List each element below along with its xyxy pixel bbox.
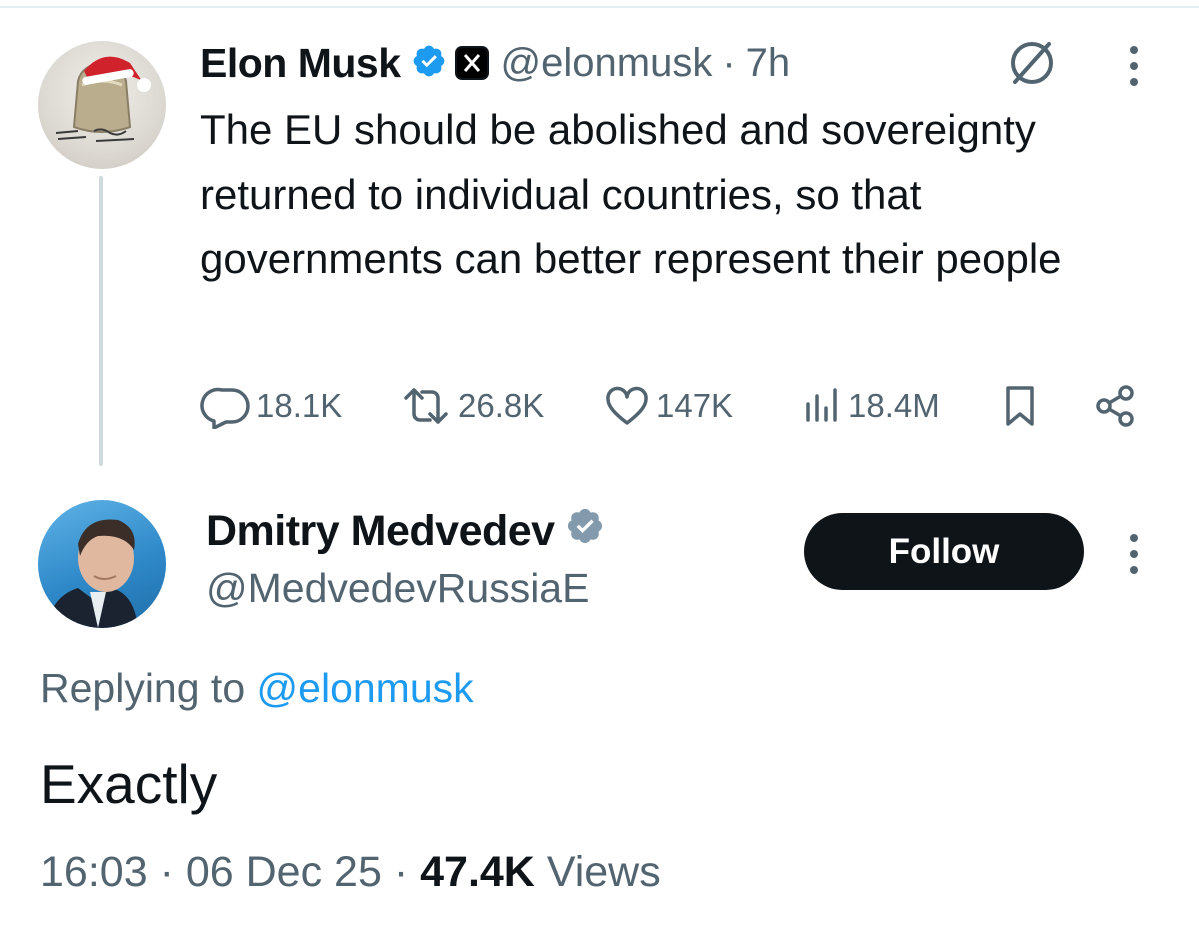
- reply-count: 18.1K: [256, 387, 343, 424]
- reply-more-options-icon[interactable]: [1124, 530, 1144, 583]
- reply-views-count: 47.4K: [420, 848, 535, 896]
- x-logo-badge-icon: [454, 46, 489, 80]
- reply-author-name-row: Dmitry Medvedev: [206, 506, 605, 557]
- like-action[interactable]: 147K: [602, 378, 733, 434]
- replying-to-label: Replying to: [40, 665, 246, 711]
- reply-time[interactable]: 16:03: [40, 848, 148, 896]
- author-handle[interactable]: @elonmusk: [501, 41, 713, 86]
- like-count: 147K: [656, 387, 734, 424]
- views-action[interactable]: 18.4M: [800, 378, 940, 434]
- parent-tweet-header: Elon Musk @elonmusk · 7h: [200, 38, 790, 88]
- reply-author-name[interactable]: Dmitry Medvedev: [206, 507, 555, 556]
- views-chart-icon: [806, 388, 837, 422]
- thread-connector-line: [99, 176, 103, 466]
- reply-action[interactable]: 18.1K: [200, 378, 342, 434]
- replying-to-mention[interactable]: @elonmusk: [257, 665, 474, 711]
- top-divider: [0, 6, 1199, 8]
- views-count: 18.4M: [848, 387, 940, 424]
- reply-date[interactable]: 06 Dec 25: [186, 848, 382, 896]
- share-icon: [1096, 385, 1134, 427]
- grok-icon[interactable]: [1003, 38, 1061, 93]
- repost-count: 26.8K: [458, 387, 545, 424]
- reply-icon: [200, 387, 250, 429]
- reply-metadata: 16:03 · 06 Dec 25 · 47.4K Views: [40, 848, 661, 897]
- meta-separator: ·: [393, 848, 409, 896]
- author-name[interactable]: Elon Musk: [200, 40, 401, 87]
- parent-tweet-text: The EU should be abolished and sovereign…: [200, 106, 1062, 282]
- gray-verified-badge-icon: [565, 506, 605, 557]
- repost-action[interactable]: 26.8K: [398, 378, 544, 434]
- replying-to-line: Replying to @elonmusk: [40, 665, 474, 712]
- repost-icon: [404, 388, 448, 424]
- header-separator: ·: [722, 40, 736, 85]
- reply-tweet-text: Exactly: [40, 753, 218, 815]
- avatar-dmitry-medvedev[interactable]: [38, 500, 166, 628]
- reply-author-handle[interactable]: @MedvedevRussiaE: [206, 565, 589, 612]
- more-options-icon[interactable]: [1124, 42, 1144, 95]
- verified-badge-icon: [411, 43, 447, 84]
- bookmark-icon: [1006, 386, 1034, 426]
- bookmark-action[interactable]: [998, 378, 1042, 434]
- avatar-elon-musk[interactable]: [38, 41, 166, 169]
- meta-separator: ·: [159, 848, 174, 896]
- share-action[interactable]: [1092, 378, 1140, 434]
- post-time[interactable]: 7h: [746, 41, 791, 86]
- follow-button[interactable]: Follow: [804, 513, 1084, 590]
- parent-tweet-actions: 18.1K 26.8K 147K 18.4M: [200, 378, 1160, 434]
- heart-icon: [606, 386, 648, 425]
- reply-views-label: Views: [546, 848, 661, 896]
